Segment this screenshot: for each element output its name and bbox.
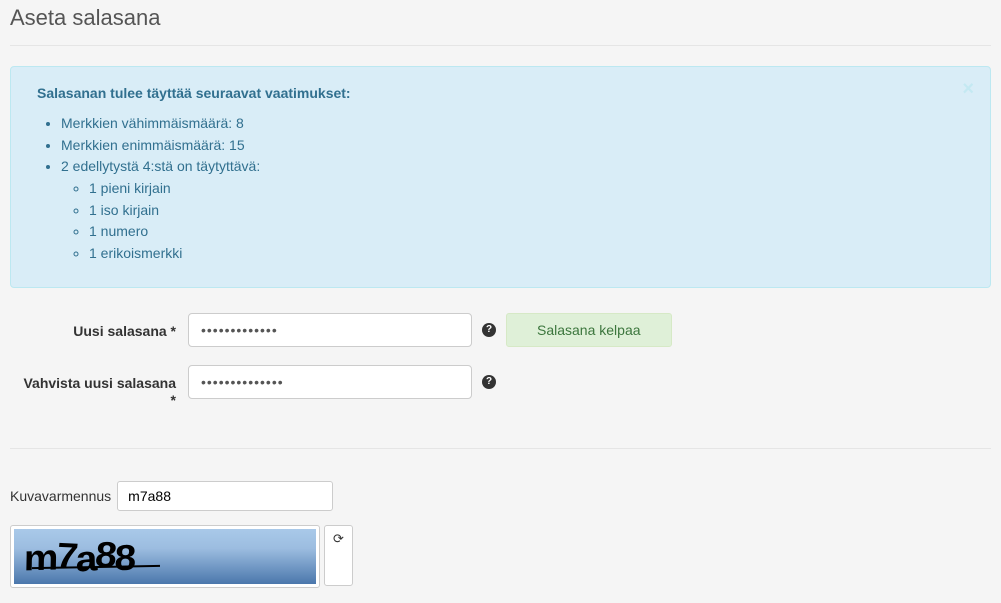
captcha-input[interactable] (117, 481, 333, 511)
status-badge: Salasana kelpaa (506, 313, 672, 347)
confirm-password-row: Vahvista uusi salasana * ? (14, 365, 987, 409)
confirm-label-text: Vahvista uusi salasana (23, 375, 176, 391)
alert-title: Salasanan tulee täyttää seuraavat vaatim… (37, 85, 952, 101)
help-icon[interactable]: ? (482, 375, 496, 389)
captcha-image: m7a88 (14, 529, 316, 584)
captcha-image-frame: m7a88 (10, 525, 320, 588)
requirements-sublist: 1 pieni kirjain 1 iso kirjain 1 numero 1… (61, 178, 952, 265)
list-item: Merkkien vähimmäismäärä: 8 (61, 113, 952, 135)
captcha-section: Kuvavarmennus m7a88 ⟳ (10, 481, 991, 598)
page-title: Aseta salasana (10, 5, 991, 46)
new-password-label: Uusi salasana * (14, 313, 188, 340)
list-item: 1 numero (89, 221, 952, 243)
confirm-label-required: * (171, 392, 176, 408)
new-password-input[interactable] (188, 313, 472, 347)
list-item: 1 iso kirjain (89, 200, 952, 222)
captcha-label: Kuvavarmennus (10, 488, 111, 504)
close-icon[interactable]: × (962, 79, 974, 99)
captcha-image-text: m7a88 (23, 536, 136, 578)
requirements-alert: × Salasanan tulee täyttää seuraavat vaat… (10, 66, 991, 288)
new-password-row: Uusi salasana * ? Salasana kelpaa (14, 313, 987, 347)
confirm-password-input[interactable] (188, 365, 472, 399)
list-item: 2 edellytystä 4:stä on täytyttävä: 1 pie… (61, 156, 952, 264)
confirm-password-label: Vahvista uusi salasana * (14, 365, 188, 409)
captcha-refresh-frame: ⟳ (324, 525, 353, 586)
requirements-list: Merkkien vähimmäismäärä: 8 Merkkien enim… (37, 113, 952, 265)
list-item-label: 2 edellytystä 4:stä on täytyttävä: (61, 158, 260, 174)
list-item: 1 erikoismerkki (89, 243, 952, 265)
list-item: Merkkien enimmäismäärä: 15 (61, 135, 952, 157)
password-form: Uusi salasana * ? Salasana kelpaa Vahvis… (10, 313, 991, 450)
list-item: 1 pieni kirjain (89, 178, 952, 200)
help-icon[interactable]: ? (482, 323, 496, 337)
refresh-icon[interactable]: ⟳ (333, 530, 344, 545)
